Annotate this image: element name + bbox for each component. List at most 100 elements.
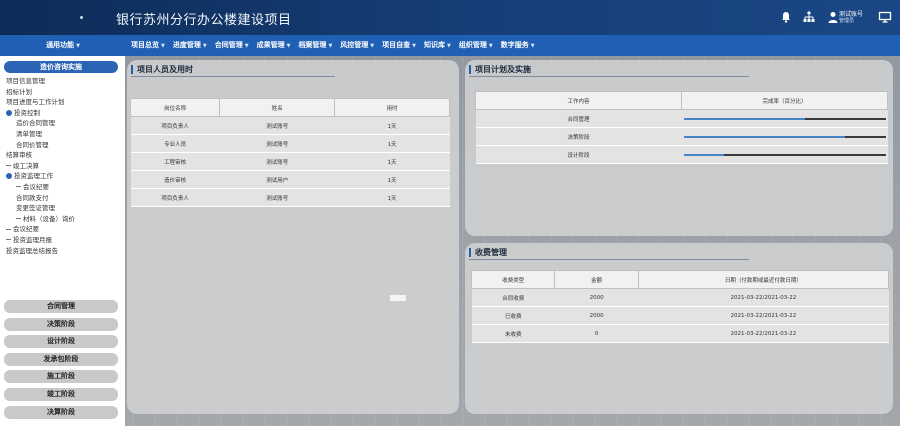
monitor-icon[interactable] xyxy=(878,10,892,24)
nav-item[interactable]: 项目自查 ▼ xyxy=(382,35,416,56)
sidebar-tree-label: 材料（设备）询价 xyxy=(23,214,75,223)
sidebar-tree-item[interactable]: 项目进度与工作计划 xyxy=(0,97,125,108)
nav-item[interactable]: 档案管理 ▼ xyxy=(298,35,332,56)
progress-bar-fill xyxy=(683,118,805,120)
table-header-row: 收费类型 金额 日期（付款期或最近付款日期） xyxy=(470,270,890,289)
nav-item-label: 合同管理 xyxy=(214,41,243,49)
sidebar-stage-button[interactable]: 施工阶段 xyxy=(4,370,118,384)
table-cell: 合同收费 xyxy=(471,288,555,307)
chevron-down-icon: ▼ xyxy=(530,43,535,49)
table-cell: 专业人员 xyxy=(130,134,220,153)
chevron-down-icon: ▼ xyxy=(370,43,375,49)
column-header: 姓名 xyxy=(219,98,336,117)
placeholder-box xyxy=(390,295,406,301)
title-accent xyxy=(131,65,133,74)
progress-bar xyxy=(683,118,886,120)
table-cell: 1天 xyxy=(334,152,450,171)
nav-item[interactable]: 合同管理 ▼ xyxy=(215,35,249,56)
sidebar-stage-button[interactable]: 决策阶段 xyxy=(4,317,118,331)
nav-item[interactable]: 项目总览 ▼ xyxy=(131,35,165,56)
staff-panel-title-text: 项目人员及用时 xyxy=(137,65,193,74)
table-cell: 决策阶段 xyxy=(475,127,682,146)
sidebar-tree-label: 会议纪要 xyxy=(23,182,49,191)
nav-item[interactable]: 成果管理 ▼ xyxy=(257,35,291,56)
user-menu[interactable]: 测试账号 管理员 xyxy=(828,9,872,27)
table-cell: 2021-03-22/2021-03-22 xyxy=(638,288,889,307)
sidebar-stage-button[interactable]: 决算阶段 xyxy=(4,405,118,419)
sidebar-tree-item[interactable]: 投资监理总结报告 xyxy=(0,246,125,257)
table-row: 合同管理 xyxy=(475,109,888,128)
sidebar-tree-item[interactable]: 投资控制 xyxy=(0,108,125,119)
sidebar-stage-button[interactable]: 竣工阶段 xyxy=(4,388,118,401)
table-cell: 1天 xyxy=(334,116,450,135)
table-cell: 2000 xyxy=(554,306,639,325)
sidebar-tree-label: 项目信息管理 xyxy=(6,77,45,85)
table-row: 工程审核 测试账号 1天 xyxy=(130,152,450,171)
table-cell: 0 xyxy=(554,324,639,343)
sidebar-tree-item[interactable]: 合同款支付 xyxy=(0,193,125,204)
sidebar-tree-item[interactable]: 清单管理 xyxy=(0,129,125,140)
sidebar-tree-label: 合同款支付 xyxy=(16,193,49,202)
sidebar-tree-item[interactable]: 会议纪要 xyxy=(0,224,125,235)
table-cell: 测试账号 xyxy=(219,152,335,171)
sidebar-active-module[interactable]: 造价咨询实施 xyxy=(4,61,118,73)
sidebar-tree-item[interactable]: 合同价管理 xyxy=(0,140,125,151)
sidebar-tree-item[interactable]: 结算审核 xyxy=(0,150,125,161)
expand-circle-icon xyxy=(6,109,12,116)
staff-panel: 项目人员及用时 岗位名称 姓名 用时 项目负责人 测试账号 1天 专业人员 测试账号 1天 工程审… xyxy=(127,60,459,414)
sidebar-tree-item[interactable]: 投资监理工作 xyxy=(0,171,125,182)
bell-icon[interactable] xyxy=(779,10,793,24)
sidebar-stage-button[interactable]: 发承包阶段 xyxy=(4,352,118,366)
sidebar-tree-item[interactable]: 招标计划 xyxy=(0,87,125,98)
sidebar-tree-item[interactable]: 变更签证管理 xyxy=(0,203,125,214)
fee-panel-title: 收费管理 xyxy=(469,247,507,258)
user-role: 管理员 xyxy=(839,18,855,24)
sidebar-tree-label: 结算审核 xyxy=(6,151,32,160)
sidebar-stage-button[interactable]: 合同管理 xyxy=(4,300,118,313)
table-header-row: 岗位名称 姓名 用时 xyxy=(129,98,450,117)
tree-branch-icon xyxy=(6,228,11,230)
table-cell: 合同管理 xyxy=(475,109,682,128)
sidebar-tree-label: 投资监理总结报告 xyxy=(6,246,58,255)
chevron-down-icon: ▼ xyxy=(328,43,333,49)
table-cell: 1天 xyxy=(334,188,450,207)
expand-circle-icon xyxy=(6,173,12,180)
sidebar-stage-button[interactable]: 设计阶段 xyxy=(4,335,118,349)
app-title: 银行苏州分行办公楼建设项目 xyxy=(116,13,292,28)
table-cell: 工程审核 xyxy=(130,152,220,171)
sidebar-tree-item[interactable]: 投资监理月报 xyxy=(0,235,125,246)
sidebar-tree-item[interactable]: 会议纪要 xyxy=(0,182,125,193)
column-header: 收费类型 xyxy=(470,270,556,289)
chevron-down-icon: ▼ xyxy=(244,43,249,49)
fee-panel-title-text: 收费管理 xyxy=(475,248,507,257)
sidebar-tree-item[interactable]: 造价合同管理 xyxy=(0,118,125,129)
nav-item[interactable]: 风控管理 ▼ xyxy=(340,35,374,56)
nav-item-label: 知识库 xyxy=(424,41,446,49)
table-cell: 测试账号 xyxy=(219,134,335,153)
nav-item-label: 项目总览 xyxy=(131,41,159,49)
nav-item-label: 档案管理 xyxy=(298,41,327,49)
sidebar-tree-label: 清单管理 xyxy=(16,129,42,138)
sidebar-tree-item[interactable]: 项目信息管理 xyxy=(0,76,125,87)
sidebar-tree-label: 变更签证管理 xyxy=(16,204,55,213)
nav-item[interactable]: 知识库 ▼ xyxy=(424,35,451,56)
sidebar-tree-item[interactable]: 竣工决算 xyxy=(0,161,125,172)
sidebar-tree: 项目信息管理招标计划 项目进度与工作计划 投资控制 造价合同管理 清单管理合同价管理 结算… xyxy=(0,76,125,256)
nav-item[interactable]: 进度管理 ▼ xyxy=(173,35,207,56)
column-header: 金额 xyxy=(554,270,639,289)
org-chart-icon[interactable] xyxy=(802,10,816,24)
fee-panel: 收费管理 收费类型 金额 日期（付款期或最近付款日期） 合同收费 2000 2021-03… xyxy=(465,243,893,414)
table-cell: 测试账号 xyxy=(219,116,335,135)
nav-item[interactable]: 组织管理 ▼ xyxy=(459,35,493,56)
sidebar-tree-label: 造价合同管理 xyxy=(16,119,55,128)
nav-item[interactable]: 数字服务 ▼ xyxy=(501,35,535,56)
nav-item-label: 风控管理 xyxy=(340,41,369,49)
nav-items: 项目总览 ▼ 进度管理 ▼ 合同管理 ▼ 成果管理 ▼ 档案管理 ▼ 风控管理 ▼ 项目自查 ▼ 知识库 ▼ 组… xyxy=(131,35,543,56)
table-cell: 1天 xyxy=(334,170,450,189)
sidebar-tree-item[interactable]: 材料（设备）询价 xyxy=(0,214,125,225)
plan-table: 工作内容 完成率（百分比） 合同管理 决策阶段 设计阶段 xyxy=(475,91,888,164)
progress-bar xyxy=(683,136,886,138)
nav-general-functions[interactable]: 通用功能 ▼ xyxy=(0,35,126,56)
progress-cell xyxy=(681,145,888,164)
logo xyxy=(80,16,83,19)
